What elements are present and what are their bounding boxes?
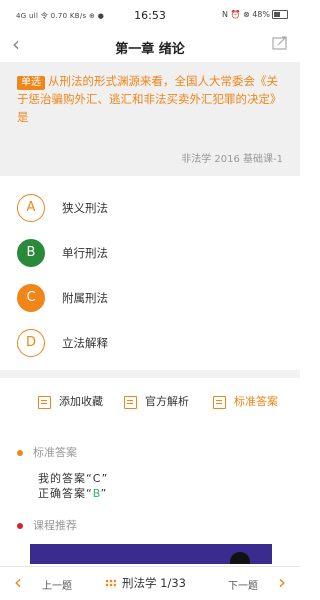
question-type-tag: 单选	[17, 76, 45, 90]
question-progress[interactable]: 刑法学 1/33	[105, 575, 186, 591]
my-answer: 我的答案“C”	[38, 470, 108, 486]
option-c[interactable]: C 附属刑法	[17, 284, 277, 312]
section-dot	[17, 523, 23, 529]
section-divider	[0, 370, 300, 378]
option-c-label: 附属刑法	[62, 291, 108, 305]
option-c-circle[interactable]: C	[17, 284, 45, 312]
question-text-block: 单选 从刑法的形式渊源来看，全国人大常委会《关于惩治骗购外汇、逃汇和非法买卖外汇犯…	[17, 72, 289, 126]
my-answer-value: C	[92, 472, 102, 485]
nav-bar: ‹ 第一章 绪论	[0, 30, 300, 60]
action-bar: 添加收藏 官方解析 标准答案	[0, 386, 300, 416]
option-b-circle[interactable]: B	[17, 239, 45, 267]
status-bar: 4G ull 令 0.70 KB/s ⊕ ● 16:53 N ⏰ ⊗ 48%	[0, 0, 300, 30]
next-question-button[interactable]: 下一题	[228, 577, 258, 592]
option-a[interactable]: A 狭义刑法	[17, 194, 277, 222]
correct-answer-value: B	[92, 487, 101, 500]
document-icon	[124, 395, 137, 409]
standard-answer-label: 标准答案	[234, 395, 278, 408]
option-d-label: 立法解释	[62, 336, 108, 350]
banner-graphic	[230, 552, 250, 564]
favorite-button[interactable]: 添加收藏	[38, 393, 103, 409]
answer-section-header: 标准答案	[17, 444, 77, 460]
course-banner[interactable]	[30, 544, 272, 564]
standard-answer-button[interactable]: 标准答案	[213, 393, 278, 409]
grid-icon	[105, 579, 116, 588]
question-source: 非法学 2016 基础课-1	[181, 154, 283, 165]
official-analysis-label: 官方解析	[145, 395, 189, 408]
correct-answer: 正确答案“B”	[38, 485, 107, 501]
option-a-circle[interactable]: A	[17, 194, 45, 222]
correct-answer-prefix: 正确答案“	[38, 487, 93, 500]
option-a-label: 狭义刑法	[62, 201, 108, 215]
option-d-circle[interactable]: D	[17, 329, 45, 357]
answer-icon	[213, 395, 226, 409]
question-card: 单选 从刑法的形式渊源来看，全国人大常委会《关于惩治骗购外汇、逃汇和非法买卖外汇犯…	[0, 62, 300, 176]
bottom-bar: ‹ 上一题 刑法学 1/33 下一题 ›	[0, 566, 300, 600]
my-answer-suffix: ”	[101, 472, 109, 485]
option-b[interactable]: B 单行刑法	[17, 239, 277, 267]
answer-section-title: 标准答案	[33, 446, 77, 459]
option-b-label: 单行刑法	[62, 246, 108, 260]
favorite-label: 添加收藏	[59, 395, 103, 408]
correct-answer-suffix: ”	[100, 487, 108, 500]
question-text: 从刑法的形式渊源来看，全国人大常委会《关于惩治骗购外汇、逃汇和非法买卖外汇犯罪的…	[17, 74, 282, 124]
prev-question-button[interactable]: 上一题	[42, 577, 72, 592]
progress-label: 刑法学 1/33	[122, 576, 186, 590]
course-section-header: 课程推荐	[17, 517, 77, 533]
chevron-right-icon[interactable]: ›	[278, 572, 286, 592]
option-d[interactable]: D 立法解释	[17, 329, 277, 357]
section-dot	[17, 450, 23, 456]
official-analysis-button[interactable]: 官方解析	[124, 393, 189, 409]
bookmark-icon	[38, 395, 51, 409]
status-right-info: N ⏰ ⊗ 48%	[222, 10, 288, 19]
battery-icon	[272, 10, 288, 19]
chevron-left-icon[interactable]: ‹	[14, 572, 22, 592]
my-answer-prefix: 我的答案“	[38, 472, 93, 485]
course-section-title: 课程推荐	[33, 519, 77, 532]
share-icon[interactable]	[272, 36, 288, 50]
status-right-text: N ⏰ ⊗ 48%	[221, 10, 270, 19]
page-title: 第一章 绪论	[115, 42, 185, 57]
